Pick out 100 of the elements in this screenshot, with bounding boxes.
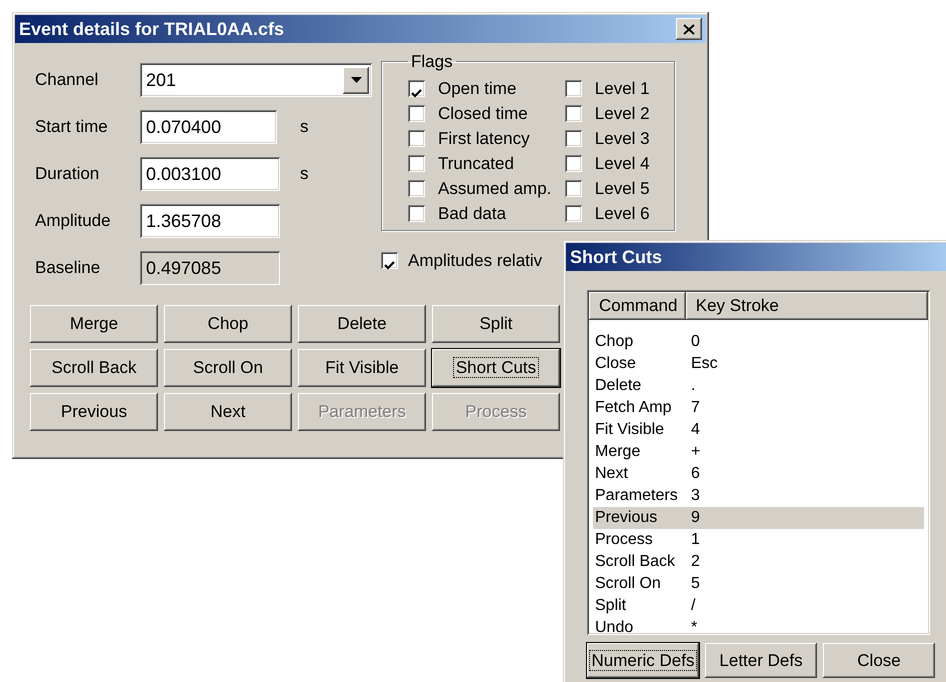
checkbox-label[interactable]: Level 1 bbox=[594, 76, 650, 102]
text-field[interactable]: 0.003100 bbox=[140, 157, 280, 191]
list-cell-text: Scroll On bbox=[594, 574, 662, 594]
window-title: Short Cuts bbox=[570, 246, 662, 268]
action-button[interactable]: Merge bbox=[30, 305, 158, 343]
list-row[interactable]: Previous 9 bbox=[593, 507, 924, 529]
checkbox[interactable] bbox=[564, 105, 582, 122]
list-row[interactable]: Parameters 3 bbox=[593, 485, 924, 507]
list-row[interactable]: Scroll On 5 bbox=[593, 573, 924, 595]
list-row[interactable]: Fetch Amp 7 bbox=[593, 397, 924, 419]
column-header[interactable]: Command bbox=[589, 292, 686, 320]
checkbox-label[interactable]: Truncated bbox=[438, 150, 514, 176]
field-label: Channel bbox=[34, 69, 100, 92]
list-row[interactable]: Delete . bbox=[593, 375, 924, 397]
list-cell-text: Split bbox=[594, 596, 628, 616]
checkbox-label[interactable]: First latency bbox=[438, 126, 530, 152]
checkbox-label[interactable]: Level 3 bbox=[594, 126, 650, 152]
checkbox[interactable] bbox=[408, 205, 425, 222]
list-row[interactable]: Chop 0 bbox=[593, 331, 924, 353]
checkbox[interactable] bbox=[408, 180, 425, 197]
dialog-button[interactable]: Letter Defs bbox=[705, 643, 817, 678]
action-button[interactable]: Next bbox=[164, 393, 292, 431]
list-row[interactable]: Merge + bbox=[593, 441, 924, 463]
list-cell-text: Fit Visible bbox=[594, 420, 666, 440]
checkbox[interactable] bbox=[564, 130, 582, 147]
list-cell-text: 3 bbox=[691, 486, 700, 506]
list-cell-text: Next bbox=[594, 464, 629, 484]
checkbox[interactable] bbox=[408, 130, 425, 147]
list-cell-text: 5 bbox=[691, 574, 700, 594]
list-cell-text: 9 bbox=[691, 508, 700, 528]
checkbox-label[interactable]: Level 5 bbox=[594, 176, 650, 202]
list-row[interactable]: Next 6 bbox=[593, 463, 924, 485]
checkbox[interactable] bbox=[408, 80, 425, 97]
caret-icon bbox=[350, 77, 362, 83]
text-field[interactable]: 0.070400 bbox=[140, 110, 277, 144]
field-label: Start time bbox=[34, 116, 109, 138]
action-button[interactable]: Scroll On bbox=[164, 349, 292, 387]
dropdown-field[interactable]: 201 bbox=[140, 63, 372, 97]
list-cell-text: 2 bbox=[691, 552, 700, 572]
list-row[interactable]: Split / bbox=[593, 595, 924, 617]
column-header[interactable]: Key Stroke bbox=[686, 292, 928, 320]
list-cell-text: Merge bbox=[594, 442, 642, 462]
checkbox[interactable] bbox=[408, 105, 425, 122]
list-cell-text: Scroll Back bbox=[594, 552, 676, 572]
dialog-button[interactable]: Close bbox=[823, 643, 935, 678]
group-label: Flags bbox=[410, 53, 454, 70]
dropdown-button[interactable] bbox=[343, 66, 369, 94]
checkbox[interactable] bbox=[381, 252, 398, 270]
dialog-button[interactable]: Numeric Defs bbox=[587, 643, 699, 678]
list-cell-text: Esc bbox=[691, 354, 718, 374]
action-button[interactable]: Scroll Back bbox=[30, 349, 158, 387]
checkbox-label[interactable]: Assumed amp. bbox=[438, 176, 552, 202]
checkbox[interactable] bbox=[564, 80, 582, 97]
list-row[interactable]: Scroll Back 2 bbox=[593, 551, 924, 573]
list-cell-text: Undo bbox=[594, 618, 634, 638]
list-cell-text: 1 bbox=[691, 530, 700, 550]
list-cell-text: + bbox=[691, 442, 700, 462]
list-cell-text: Delete bbox=[594, 376, 642, 396]
unit-label: s bbox=[300, 163, 308, 186]
checkbox-label[interactable]: Bad data bbox=[438, 200, 506, 226]
action-button[interactable]: Fit Visible bbox=[298, 349, 426, 387]
list-cell-text: / bbox=[691, 596, 696, 616]
checkbox[interactable] bbox=[564, 180, 582, 197]
action-button[interactable]: Chop bbox=[164, 305, 292, 343]
list-cell-text: Parameters bbox=[594, 486, 679, 506]
list-cell-text: 6 bbox=[691, 464, 700, 484]
checkbox[interactable] bbox=[408, 155, 425, 172]
action-button[interactable]: Short Cuts bbox=[432, 349, 560, 387]
close-button[interactable] bbox=[676, 18, 702, 40]
field-label: Duration bbox=[34, 163, 100, 186]
list-cell-text: Close bbox=[594, 354, 637, 374]
field-label: Baseline bbox=[34, 257, 102, 280]
checkbox-label[interactable]: Level 4 bbox=[594, 150, 650, 176]
list-cell-text: Process bbox=[594, 530, 654, 550]
checkbox[interactable] bbox=[564, 205, 582, 222]
checkbox-label[interactable]: Amplitudes relativ bbox=[408, 248, 542, 274]
checkbox-label[interactable]: Level 6 bbox=[594, 200, 650, 226]
action-button[interactable]: Previous bbox=[30, 393, 158, 431]
list-cell-text: 7 bbox=[691, 398, 700, 418]
window-title: Event details for TRIAL0AA.cfs bbox=[19, 18, 284, 40]
checkbox-label[interactable]: Closed time bbox=[438, 100, 528, 126]
list-row[interactable]: Process 1 bbox=[593, 529, 924, 551]
text-field[interactable]: 1.365708 bbox=[140, 204, 280, 238]
checkbox[interactable] bbox=[564, 155, 582, 172]
checkbox-label[interactable]: Level 2 bbox=[594, 100, 650, 126]
field-label: Amplitude bbox=[34, 210, 112, 232]
list-cell-text: * bbox=[691, 618, 698, 638]
unit-label: s bbox=[300, 116, 308, 138]
list-cell-text: Chop bbox=[594, 332, 634, 352]
list-cell-text: 4 bbox=[691, 420, 700, 440]
list-cell-text: . bbox=[691, 376, 696, 396]
list-row[interactable]: Close Esc bbox=[593, 353, 924, 375]
checkbox-label[interactable]: Open time bbox=[438, 76, 516, 102]
list-row[interactable]: Fit Visible 4 bbox=[593, 419, 924, 441]
close-icon bbox=[683, 24, 695, 34]
list-cell-text: 0 bbox=[691, 332, 700, 352]
action-button[interactable]: Split bbox=[432, 305, 560, 343]
action-button[interactable]: Delete bbox=[298, 305, 426, 343]
list-cell-text: Previous bbox=[594, 508, 658, 528]
list-row[interactable]: Undo * bbox=[593, 617, 924, 639]
